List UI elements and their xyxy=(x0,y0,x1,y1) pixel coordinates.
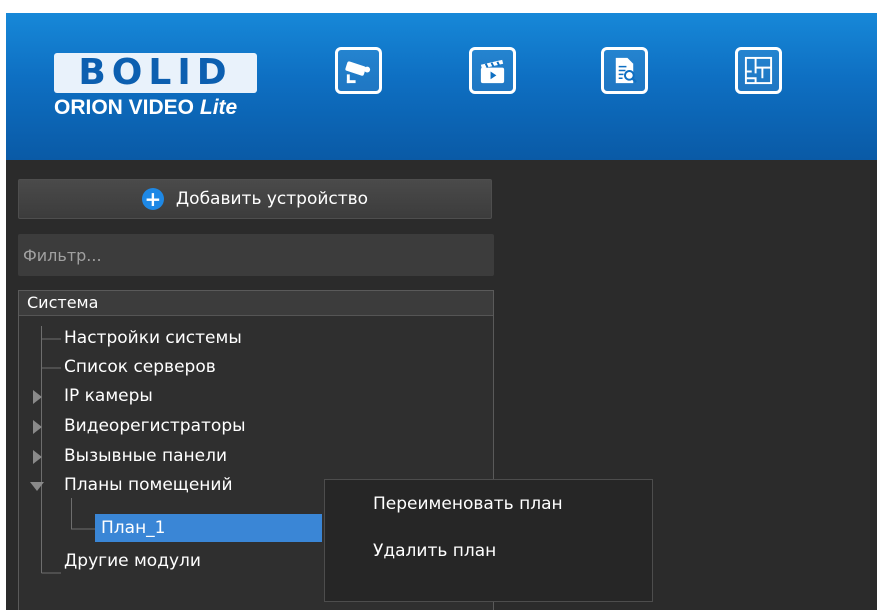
header-bar: BOLID ORION VIDEO Lite xyxy=(6,13,877,160)
menu-item-delete-plan[interactable]: Удалить план xyxy=(373,541,496,561)
product-name: ORION VIDEO Lite xyxy=(54,96,257,120)
brand-logo: BOLID ORION VIDEO Lite xyxy=(54,53,257,120)
filter-field xyxy=(18,234,494,276)
tree-item-ip-cameras[interactable]: IP камеры xyxy=(64,382,153,411)
product-edition: Lite xyxy=(199,96,238,119)
collapse-arrow-icon[interactable] xyxy=(30,482,44,491)
tree-item-system-settings[interactable]: Настройки системы xyxy=(64,324,242,353)
log-button[interactable] xyxy=(601,47,648,94)
app-window: BOLID ORION VIDEO Lite + Добавить устрой… xyxy=(6,13,877,610)
camera-icon xyxy=(345,61,371,84)
product-name-main: ORION VIDEO xyxy=(54,96,195,119)
add-device-button[interactable]: + Добавить устройство xyxy=(18,179,492,219)
tree-item-floor-plans[interactable]: Планы помещений xyxy=(64,471,233,500)
floor-plan-icon xyxy=(744,56,773,85)
document-search-icon xyxy=(615,57,637,84)
archive-button[interactable] xyxy=(469,47,516,94)
clapperboard-icon xyxy=(480,59,505,84)
tree-item-call-panels[interactable]: Вызывные панели xyxy=(64,442,227,471)
add-device-label: Добавить устройство xyxy=(175,189,369,209)
bolid-logo-text: BOLID xyxy=(54,53,257,93)
expand-arrow-icon[interactable] xyxy=(33,390,42,404)
plus-circle-icon: + xyxy=(141,188,164,210)
context-menu: Переименовать план Удалить план xyxy=(324,479,653,602)
cameras-button[interactable] xyxy=(335,47,382,94)
tree-item-other-modules[interactable]: Другие модули xyxy=(64,547,201,576)
expand-arrow-icon[interactable] xyxy=(33,420,42,434)
plans-button[interactable] xyxy=(735,47,782,94)
menu-item-rename-plan[interactable]: Переименовать план xyxy=(373,494,563,514)
tree-item-plan-1[interactable]: План_1 xyxy=(95,514,322,542)
expand-arrow-icon[interactable] xyxy=(33,450,42,464)
tree-root-system[interactable]: Система xyxy=(19,291,493,316)
tree-item-video-recorders[interactable]: Видеорегистраторы xyxy=(64,412,246,441)
filter-input[interactable] xyxy=(19,235,493,275)
tree-item-server-list[interactable]: Список серверов xyxy=(64,353,216,382)
